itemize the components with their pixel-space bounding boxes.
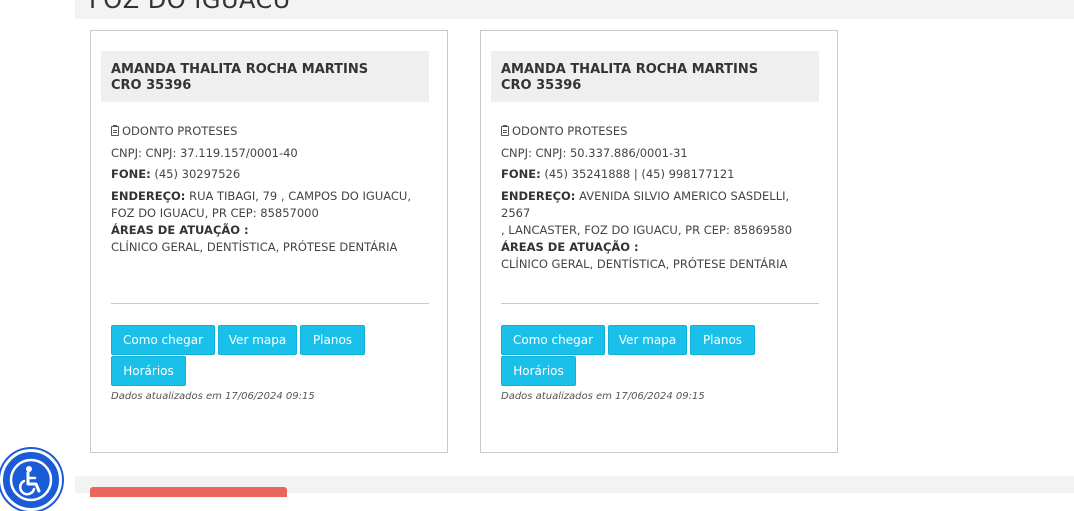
planos-button[interactable]: Planos [300, 325, 365, 355]
card-info: ODONTO PROTESES CNPJ: CNPJ: 37.119.157/0… [111, 123, 431, 256]
bottom-action-button[interactable] [90, 487, 287, 497]
clipboard-icon [111, 125, 119, 136]
updated-text: Dados atualizados em 17/06/2024 09:15 [501, 391, 705, 402]
fone-label: FONE: [501, 167, 541, 181]
areas-label: ÁREAS DE ATUAÇÃO : [501, 239, 639, 254]
accessibility-button[interactable] [0, 449, 62, 511]
endereco-label: ENDEREÇO: [111, 188, 186, 203]
horarios-button[interactable]: Horários [501, 356, 576, 386]
ver-mapa-button[interactable]: Ver mapa [218, 325, 297, 355]
areas-value: CLÍNICO GERAL, DENTÍSTICA, PRÓTESE DENTÁ… [501, 256, 788, 271]
cnpj: CNPJ: CNPJ: 37.119.157/0001-40 [111, 145, 298, 160]
city-title: FOZ DO IGUACU [89, 0, 291, 14]
como-chegar-button[interactable]: Como chegar [111, 325, 215, 355]
clipboard-icon [501, 125, 509, 136]
card-info: ODONTO PROTESES CNPJ: CNPJ: 50.337.886/0… [501, 123, 821, 273]
fone-value: (45) 35241888 | (45) 998177121 [544, 167, 735, 181]
accessibility-icon [9, 458, 53, 502]
dentist-name: AMANDA THALITA ROCHA MARTINS [501, 62, 759, 77]
card-title: AMANDA THALITA ROCHA MARTINS CRO 35396 [101, 51, 429, 102]
horarios-button[interactable]: Horários [111, 356, 186, 386]
dentist-card: AMANDA THALITA ROCHA MARTINS CRO 35396 O… [480, 30, 838, 453]
areas-label: ÁREAS DE ATUAÇÃO : [111, 222, 249, 237]
endereco-label: ENDEREÇO: [501, 188, 576, 203]
endereco-line1: RUA TIBAGI, 79 , CAMPOS DO IGUACU, [189, 188, 412, 203]
dentist-name: AMANDA THALITA ROCHA MARTINS [111, 62, 369, 77]
divider [111, 303, 429, 304]
updated-text: Dados atualizados em 17/06/2024 09:15 [111, 391, 315, 402]
como-chegar-button[interactable]: Como chegar [501, 325, 605, 355]
company-name: ODONTO PROTESES [512, 124, 628, 138]
divider [501, 303, 819, 304]
dentist-cro: CRO 35396 [111, 78, 192, 93]
planos-button[interactable]: Planos [690, 325, 755, 355]
fone-label: FONE: [111, 167, 151, 181]
dentist-cro: CRO 35396 [501, 78, 582, 93]
dentist-card: AMANDA THALITA ROCHA MARTINS CRO 35396 O… [90, 30, 448, 453]
company-name: ODONTO PROTESES [122, 124, 238, 138]
endereco-line2: , LANCASTER, FOZ DO IGUACU, PR CEP: 8586… [501, 222, 793, 237]
fone-value: (45) 30297526 [154, 167, 241, 181]
city-header: FOZ DO IGUACU [75, 0, 1074, 19]
card-title: AMANDA THALITA ROCHA MARTINS CRO 35396 [491, 51, 819, 102]
endereco-line2: FOZ DO IGUACU, PR CEP: 85857000 [111, 205, 319, 220]
ver-mapa-button[interactable]: Ver mapa [608, 325, 687, 355]
cnpj: CNPJ: CNPJ: 50.337.886/0001-31 [501, 145, 688, 160]
areas-value: CLÍNICO GERAL, DENTÍSTICA, PRÓTESE DENTÁ… [111, 239, 398, 254]
